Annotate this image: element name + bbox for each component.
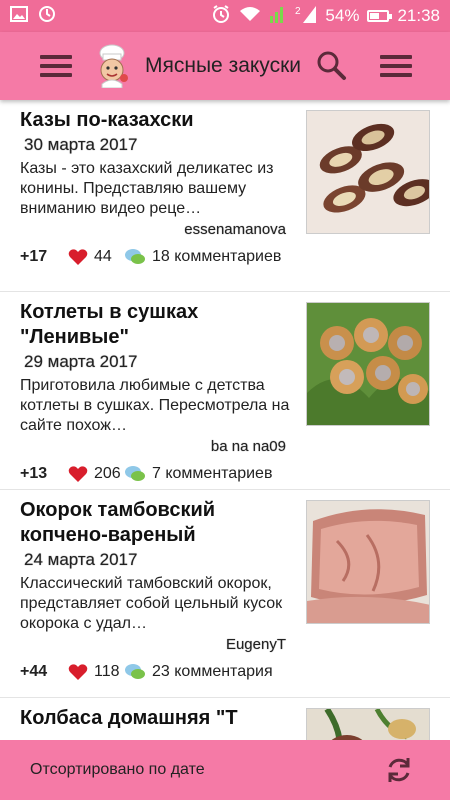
comments-value: 7 комментариев	[152, 465, 273, 482]
comments-icon	[125, 664, 145, 679]
recipe-card[interactable]: Колбаса домашняя "Т	[0, 698, 450, 740]
recipe-card[interactable]: Казы по-казахски 30 марта 2017 Казы - эт…	[0, 100, 450, 292]
sync-icon	[38, 5, 56, 28]
recipe-stats: +13 206 7 комментариев	[20, 459, 450, 489]
search-button[interactable]	[314, 48, 350, 84]
recipe-photo[interactable]	[306, 708, 430, 740]
comments-value: 23 комментария	[152, 663, 273, 680]
recipe-score: +17	[20, 248, 48, 265]
menu-line	[380, 64, 412, 68]
nav-drawer-button[interactable]	[40, 55, 72, 77]
app-bar: Мясные закуски	[0, 32, 450, 100]
comments-count[interactable]: 7 комментариев	[124, 465, 272, 483]
search-icon	[317, 51, 346, 80]
heart-icon	[68, 664, 88, 680]
hamburger-line	[40, 55, 72, 59]
clock: 21:38	[397, 6, 440, 25]
heart-icon	[68, 249, 88, 265]
recipe-score: +44	[20, 663, 48, 680]
comments-count[interactable]: 18 комментариев	[124, 248, 281, 266]
recipe-photo[interactable]	[306, 302, 430, 426]
overflow-menu-button[interactable]	[380, 55, 412, 77]
comments-icon	[125, 466, 145, 481]
recipe-stats: +17 44 18 комментариев	[20, 242, 450, 272]
battery-icon	[367, 10, 393, 22]
likes-count[interactable]: 206	[68, 465, 124, 483]
recipe-list[interactable]: Казы по-казахски 30 марта 2017 Казы - эт…	[0, 100, 450, 740]
signal-icon: 2	[295, 4, 317, 29]
recipe-description: Приготовила любимые с детства котлеты в …	[20, 377, 290, 434]
status-bar: 2 54% 21:38	[0, 0, 450, 32]
recipe-author[interactable]: ba na na09	[20, 438, 286, 455]
recipe-title[interactable]: Казы по-казахски	[20, 108, 300, 133]
recipe-description: Казы - это казахский деликатес из конины…	[20, 160, 274, 217]
page-title: Мясные закуски	[145, 54, 301, 77]
comments-icon	[125, 249, 145, 264]
sort-label[interactable]: Отсортировано по дате	[30, 761, 205, 779]
recipe-date: 30 марта 2017	[24, 135, 138, 154]
svg-text:2: 2	[295, 6, 301, 17]
recipe-stats: +44 118 23 комментария	[20, 657, 450, 687]
menu-line	[380, 55, 412, 59]
likes-value: 206	[94, 465, 121, 482]
recipe-photo[interactable]	[306, 110, 430, 234]
likes-count[interactable]: 44	[68, 248, 124, 266]
recipe-date: 24 марта 2017	[24, 550, 138, 569]
recipe-card[interactable]: Окорок тамбовский копчено-вареный 24 мар…	[0, 490, 450, 698]
comments-value: 18 комментариев	[152, 248, 282, 265]
recipe-card[interactable]: Котлеты в сушках "Ленивые" 29 марта 2017…	[0, 292, 450, 490]
refresh-icon	[388, 758, 410, 782]
chef-logo-icon	[92, 44, 132, 89]
recipe-description: Классический тамбовский окорок, представ…	[20, 575, 283, 632]
data-transfer-icon	[269, 4, 287, 29]
refresh-button[interactable]	[384, 755, 414, 785]
likes-value: 118	[94, 663, 120, 680]
recipe-title[interactable]: Окорок тамбовский копчено-вареный	[20, 498, 300, 548]
recipe-author[interactable]: essenamanova	[20, 221, 286, 238]
wifi-icon	[239, 6, 261, 27]
likes-count[interactable]: 118	[68, 663, 124, 681]
likes-value: 44	[94, 248, 112, 265]
recipe-score: +13	[20, 465, 48, 482]
sort-bar: Отсортировано по дате	[0, 740, 450, 800]
recipe-author[interactable]: EugenyT	[20, 636, 286, 653]
recipe-photo[interactable]	[306, 500, 430, 624]
hamburger-line	[40, 73, 72, 77]
recipe-title[interactable]: Котлеты в сушках "Ленивые"	[20, 300, 300, 350]
comments-count[interactable]: 23 комментария	[124, 663, 273, 681]
alarm-icon	[211, 4, 231, 29]
battery-percent: 54%	[325, 6, 360, 25]
menu-line	[380, 73, 412, 77]
hamburger-line	[40, 64, 72, 68]
recipe-title[interactable]: Колбаса домашняя "Т	[20, 706, 300, 731]
heart-icon	[68, 466, 88, 482]
recipe-date: 29 марта 2017	[24, 352, 138, 371]
gallery-icon	[10, 5, 28, 27]
